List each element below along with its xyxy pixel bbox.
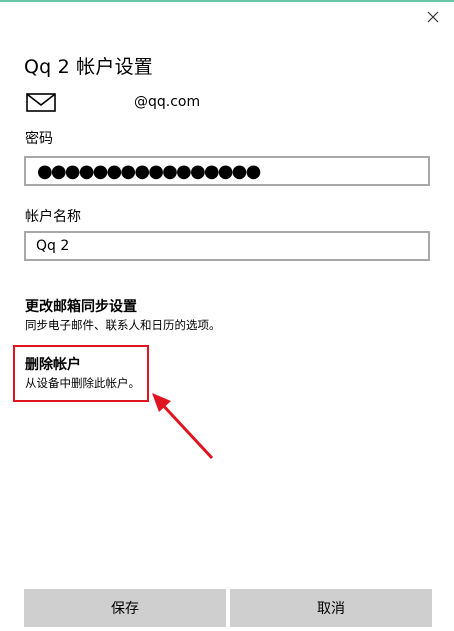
save-button[interactable]: 保存 xyxy=(24,589,226,627)
annotation-arrow-icon xyxy=(152,393,214,460)
page-title: Qq 2 帐户设置 xyxy=(24,56,153,78)
password-value: ●●●●●●●●●●●●●●●● xyxy=(37,161,261,182)
account-name-label: 帐户名称 xyxy=(25,209,81,225)
password-label: 密码 xyxy=(25,131,53,147)
account-name-field[interactable]: Qq 2 xyxy=(24,231,430,261)
account-email: @qq.com xyxy=(134,94,201,110)
window-top-accent xyxy=(0,0,454,2)
close-button[interactable] xyxy=(419,4,447,30)
close-icon xyxy=(427,11,439,23)
password-field[interactable]: ●●●●●●●●●●●●●●●● xyxy=(24,156,430,186)
sync-settings-title: 更改邮箱同步设置 xyxy=(25,299,137,315)
envelope-icon xyxy=(26,93,56,112)
sync-settings-description: 同步电子邮件、联系人和日历的选项。 xyxy=(25,318,221,332)
account-name-value: Qq 2 xyxy=(36,238,70,254)
cancel-button[interactable]: 取消 xyxy=(230,589,432,627)
highlight-box xyxy=(13,345,149,402)
